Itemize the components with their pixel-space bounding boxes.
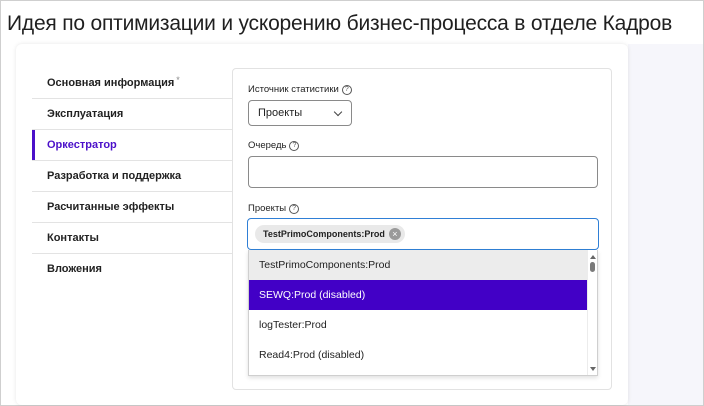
help-icon[interactable]: ? [341,84,352,95]
page-title: Идея по оптимизации и ускорению бизнес-п… [7,12,673,35]
scroll-down-arrow-icon[interactable] [590,367,596,371]
sidebar-item-label: Разработка и поддержка [47,170,182,182]
scroll-thumb[interactable] [590,262,595,272]
dropdown-option[interactable]: Read4:Prod (disabled) [249,340,589,370]
dropdown-option-selected[interactable]: SEWQ:Prod (disabled) [249,280,589,310]
sidebar-item-effects[interactable]: Расчитанные эффекты [32,192,232,223]
close-icon[interactable]: × [388,228,401,240]
dropdown-option[interactable]: TestPrimoComponents:Prod [249,250,589,280]
projects-multiselect[interactable]: TestPrimoComponents:Prod × [247,218,599,250]
projects-dropdown-list: TestPrimoComponents:Prod SEWQ:Prod (disa… [248,250,598,376]
stats-source-value: Проекты [258,107,303,119]
chevron-down-icon [333,107,343,117]
queue-label: Очередь ? [248,140,300,151]
dropdown-option[interactable]: logTester:Prod [249,310,589,340]
projects-label: Проекты ? [248,203,300,214]
stats-source-label: Источник статистики ? [248,84,352,95]
sidebar-item-development[interactable]: Разработка и поддержка [32,161,232,192]
sidebar-item-operation[interactable]: Эксплуатация [32,99,232,130]
help-icon[interactable]: ? [289,140,300,151]
sidebar-item-attachments[interactable]: Вложения [32,254,232,285]
sidebar-item-label: Оркестратор [47,139,117,151]
sidebar-item-contacts[interactable]: Контакты [32,223,232,254]
side-background [628,44,703,405]
sidebar-item-label: Вложения [47,263,102,275]
sidebar-item-label: Расчитанные эффекты [47,201,175,213]
stats-source-select[interactable]: Проекты [248,100,352,126]
sidebar-item-label: Контакты [47,232,99,244]
chip-label: TestPrimoComponents:Prod [263,229,385,239]
required-mark: * [176,75,180,85]
queue-input[interactable] [248,156,598,188]
section-nav: Основная информация * Эксплуатация Оркест… [32,68,232,285]
sidebar-item-orchestrator[interactable]: Оркестратор [32,130,232,161]
dropdown-scrollbar[interactable] [587,250,597,375]
sidebar-item-main-info[interactable]: Основная информация * [32,68,232,99]
scroll-up-arrow-icon[interactable] [590,255,596,259]
sidebar-item-label: Эксплуатация [47,108,124,120]
help-icon[interactable]: ? [289,203,300,214]
sidebar-item-label: Основная информация [47,77,175,89]
selected-project-chip: TestPrimoComponents:Prod × [255,225,405,243]
